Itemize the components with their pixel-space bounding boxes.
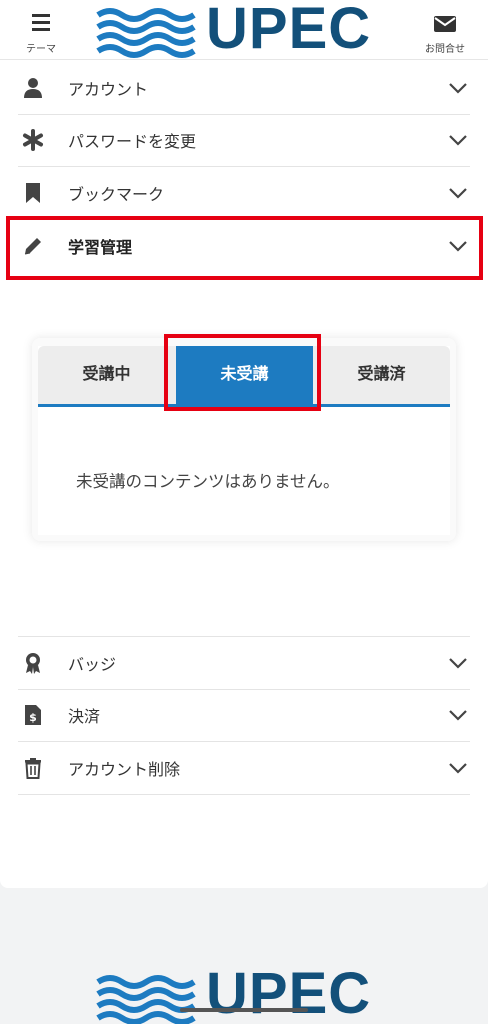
footer-logo[interactable]: UPEC <box>96 964 386 1024</box>
menu-label: アカウント削除 <box>68 761 181 779</box>
menu-item-account[interactable]: アカウント <box>18 62 470 115</box>
user-icon <box>24 77 42 98</box>
menu-item-payment[interactable]: $ 決済 <box>18 690 470 742</box>
footer-logo-text: UPEC <box>206 961 372 1024</box>
theme-label: テーマ <box>26 44 56 55</box>
menu-label: バッジ <box>68 656 117 674</box>
chevron-down-icon <box>449 657 467 669</box>
chevron-down-icon <box>449 762 467 774</box>
upec-logo[interactable]: UPEC <box>96 0 386 61</box>
menu-item-badge[interactable]: バッジ <box>18 637 470 690</box>
invoice-icon: $ <box>25 705 41 726</box>
logo-text: UPEC <box>206 0 372 61</box>
bookmark-icon <box>26 182 40 203</box>
contact-label: お問合せ <box>425 44 465 55</box>
envelope-icon <box>434 16 456 32</box>
trash-icon <box>25 757 41 779</box>
menu-label: ブックマーク <box>68 186 165 204</box>
svg-text:$: $ <box>29 711 37 724</box>
account-menu-bottom: バッジ $ 決済 アカウント削除 <box>18 636 470 795</box>
tab-in-progress[interactable]: 受講中 <box>38 346 175 404</box>
tab-completed[interactable]: 受講済 <box>313 346 450 404</box>
chevron-down-icon <box>449 187 467 199</box>
menu-icon <box>32 14 50 31</box>
menu-label: アカウント <box>68 81 149 99</box>
menu-item-password[interactable]: パスワードを変更 <box>18 115 470 167</box>
home-indicator[interactable] <box>180 1008 308 1012</box>
highlight-frame <box>6 216 483 280</box>
menu-item-bookmark[interactable]: ブックマーク <box>18 167 470 220</box>
highlight-frame <box>164 334 321 411</box>
menu-label: 決済 <box>68 709 101 727</box>
asterisk-icon <box>23 129 43 152</box>
wave-logo-icon <box>96 975 196 1024</box>
app-header: テーマ UPEC お問合せ <box>0 0 488 60</box>
chevron-down-icon <box>449 82 467 94</box>
contact-button[interactable]: お問合せ <box>420 10 470 55</box>
chevron-down-icon <box>449 135 467 146</box>
badge-icon <box>26 652 40 674</box>
chevron-down-icon <box>449 710 467 721</box>
empty-message: 未受講のコンテンツはありません。 <box>76 473 340 491</box>
theme-button[interactable]: テーマ <box>16 10 66 55</box>
menu-item-delete-account[interactable]: アカウント削除 <box>18 742 470 795</box>
wave-logo-icon <box>96 8 196 58</box>
menu-label: パスワードを変更 <box>68 134 197 152</box>
